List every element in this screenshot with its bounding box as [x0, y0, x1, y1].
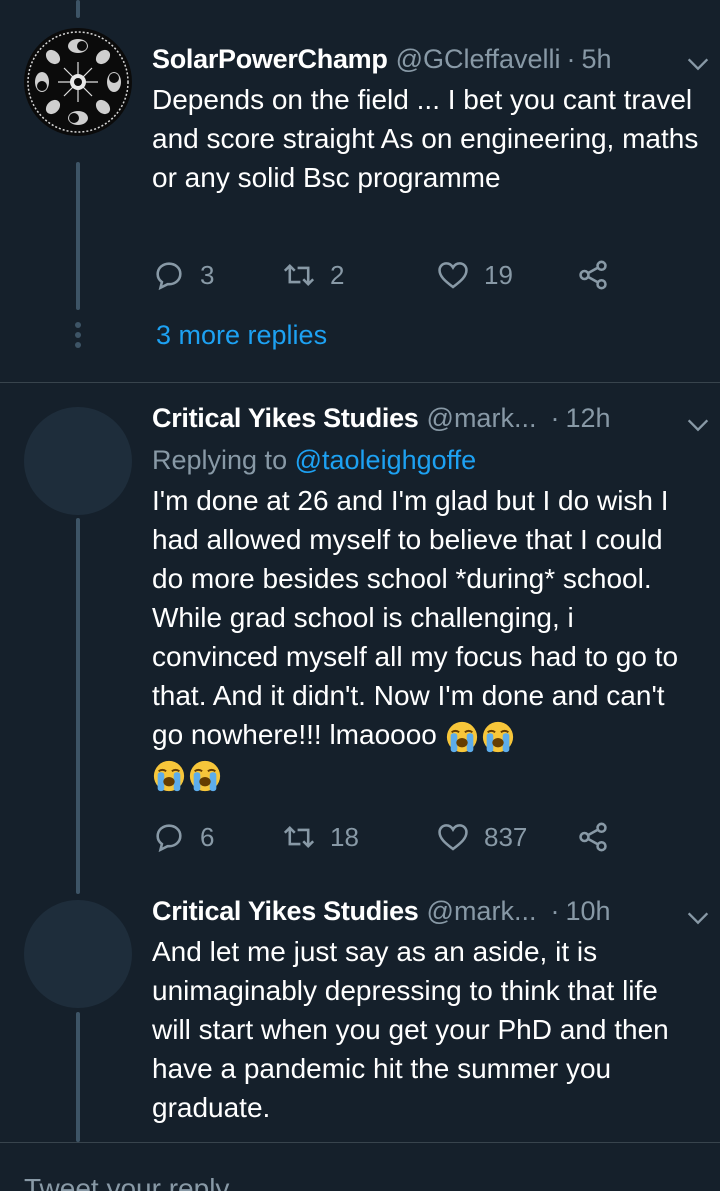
user-handle[interactable]: @GCleffavelli — [396, 44, 561, 75]
loudly-crying-face-emoji — [153, 760, 185, 791]
reply-button[interactable]: 3 — [152, 258, 214, 292]
tweet-thread-page: SolarPowerChamp @GCleffavelli · 5h Depen… — [0, 0, 720, 1191]
loudly-crying-face-emoji — [189, 760, 221, 791]
avatar[interactable] — [24, 407, 132, 515]
separator-dot: · — [550, 896, 560, 926]
retweet-count: 18 — [330, 821, 359, 852]
reply-count: 6 — [200, 821, 215, 852]
retweet-icon — [283, 263, 315, 287]
tweet-body: Critical Yikes Studies @mark... · 12h Re… — [152, 403, 700, 793]
tweet-header: Critical Yikes Studies @mark... · 12h — [152, 403, 700, 439]
tweet-header: SolarPowerChamp @GCleffavelli · 5h — [152, 44, 700, 80]
separator-dot: · — [550, 403, 560, 433]
heart-icon — [438, 262, 468, 289]
loudly-crying-face-emoji — [482, 721, 513, 752]
reply-count: 3 — [200, 259, 215, 290]
share-icon — [579, 260, 607, 290]
user-handle[interactable]: @mark... — [427, 896, 537, 927]
reply-input-placeholder[interactable]: Tweet your reply — [24, 1173, 229, 1191]
emoji-group — [152, 759, 222, 793]
replying-to: Replying to @taoleighgoffe — [152, 441, 700, 479]
like-count: 837 — [484, 821, 528, 852]
tweet-text: And let me just say as an aside, it is u… — [152, 936, 677, 1123]
reply-composer[interactable]: Tweet your reply — [0, 1143, 720, 1191]
timestamp[interactable]: 12h — [565, 403, 610, 434]
avatar[interactable] — [24, 28, 132, 136]
user-handle[interactable]: @mark... — [427, 403, 537, 434]
retweet-count: 2 — [330, 259, 345, 290]
reply-icon — [156, 262, 182, 291]
tweet-actions: 6 18 837 — [152, 817, 622, 857]
like-button[interactable]: 19 — [436, 258, 513, 292]
share-button[interactable] — [576, 258, 610, 292]
like-button[interactable]: 837 — [436, 820, 527, 854]
tweet-body: SolarPowerChamp @GCleffavelli · 5h Depen… — [152, 44, 700, 197]
tweet[interactable]: Critical Yikes Studies @mark... · 12h Re… — [0, 383, 720, 873]
heart-icon — [438, 824, 468, 851]
replying-to-label: Replying to — [152, 445, 288, 475]
tweet[interactable]: Critical Yikes Studies @mark... · 10h An… — [0, 880, 720, 1142]
tweet[interactable]: SolarPowerChamp @GCleffavelli · 5h Depen… — [0, 0, 720, 380]
chevron-down-icon[interactable] — [684, 411, 712, 439]
emoji-group — [445, 720, 515, 754]
retweet-icon — [283, 825, 315, 849]
display-name[interactable]: Critical Yikes Studies — [152, 896, 419, 927]
timestamp[interactable]: 5h — [582, 44, 612, 75]
chevron-down-icon[interactable] — [684, 904, 712, 932]
share-icon — [579, 822, 607, 852]
avatar[interactable] — [24, 900, 132, 1008]
like-count: 19 — [484, 259, 513, 290]
display-name[interactable]: Critical Yikes Studies — [152, 403, 419, 434]
tweet-text-content: I'm done at 26 and I'm glad but I do wis… — [152, 485, 686, 750]
tweet-actions: 3 2 19 — [152, 255, 622, 295]
chevron-down-icon[interactable] — [684, 50, 712, 78]
timestamp[interactable]: 10h — [565, 896, 610, 927]
replying-to-handle[interactable]: @taoleighgoffe — [295, 445, 477, 475]
more-replies-link[interactable]: 3 more replies — [156, 320, 327, 351]
retweet-button[interactable]: 2 — [282, 258, 344, 292]
reply-button[interactable]: 6 — [152, 820, 214, 854]
reply-icon — [156, 824, 182, 853]
tweet-header: Critical Yikes Studies @mark... · 10h — [152, 896, 700, 932]
tweet-text: I'm done at 26 and I'm glad but I do wis… — [152, 481, 700, 793]
tweet-body: Critical Yikes Studies @mark... · 10h An… — [152, 896, 700, 1127]
retweet-button[interactable]: 18 — [282, 820, 359, 854]
loudly-crying-face-emoji — [446, 721, 477, 752]
separator-dot: · — [566, 44, 576, 74]
display-name[interactable]: SolarPowerChamp — [152, 44, 388, 75]
share-button[interactable] — [576, 820, 610, 854]
tweet-text: Depends on the field ... I bet you cant … — [152, 84, 707, 193]
